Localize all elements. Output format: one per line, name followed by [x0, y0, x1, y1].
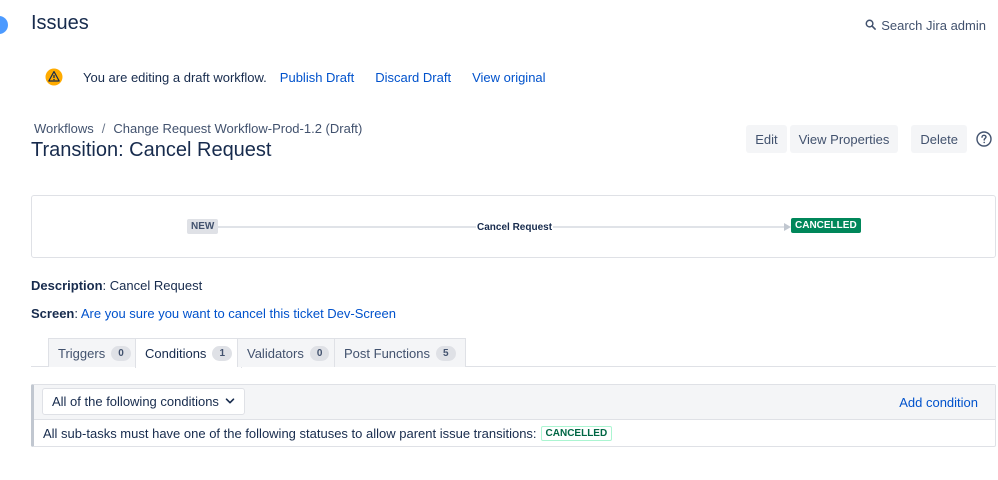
- avatar-dot: [0, 16, 8, 34]
- tab-label: Post Functions: [344, 345, 430, 361]
- condition-row: All sub-tasks must have one of the follo…: [34, 420, 995, 446]
- screen-label: Screen: [31, 306, 75, 321]
- tab-conditions[interactable]: Conditions 1: [135, 338, 242, 368]
- condition-status-lozenge: CANCELLED: [540, 425, 613, 441]
- description-row: Description: Cancel Request: [31, 278, 203, 293]
- condition-text: All sub-tasks must have one of the follo…: [43, 425, 537, 441]
- add-condition-link[interactable]: Add condition: [899, 395, 978, 410]
- tab-validators[interactable]: Validators 0: [237, 338, 340, 367]
- breadcrumb-workflows[interactable]: Workflows: [34, 121, 94, 136]
- view-properties-button[interactable]: View Properties: [789, 125, 899, 153]
- screen-row: Screen: Are you sure you want to cancel …: [31, 306, 396, 321]
- breadcrumb-workflow-draft[interactable]: Change Request Workflow-Prod-1.2 (Draft): [113, 121, 362, 136]
- conditions-panel: All of the following conditions Add cond…: [31, 384, 996, 447]
- warning-icon: [45, 68, 63, 86]
- description-label: Description: [31, 278, 103, 293]
- search-jira-admin[interactable]: Search Jira admin: [865, 18, 986, 33]
- status-to: CANCELLED: [791, 218, 861, 233]
- transition-actions: Edit View Properties Delete: [746, 125, 992, 153]
- tab-label: Validators: [247, 345, 304, 361]
- edit-button[interactable]: Edit: [746, 125, 787, 153]
- draft-banner: You are editing a draft workflow. Publis…: [45, 68, 567, 86]
- status-from: NEW: [187, 219, 219, 234]
- transition-label: Cancel Request: [476, 222, 554, 233]
- description-value: Cancel Request: [109, 278, 203, 293]
- tab-triggers[interactable]: Triggers 0: [48, 338, 141, 367]
- tab-count: 0: [111, 345, 131, 361]
- discard-draft-link[interactable]: Discard Draft: [375, 70, 451, 85]
- condition-group-value: All of the following conditions: [52, 394, 219, 409]
- search-icon: [865, 18, 877, 33]
- view-original-link[interactable]: View original: [472, 70, 545, 85]
- transition-tabs: Triggers 0 Conditions 1 Validators 0 Pos…: [31, 338, 996, 368]
- publish-draft-link[interactable]: Publish Draft: [280, 70, 354, 85]
- tab-count: 1: [212, 346, 232, 361]
- help-icon[interactable]: [976, 131, 992, 147]
- conditions-header: All of the following conditions Add cond…: [34, 385, 995, 420]
- tab-count: 0: [309, 345, 330, 361]
- tab-label: Conditions: [145, 346, 207, 361]
- tab-label: Triggers: [58, 345, 106, 361]
- draft-message: You are editing a draft workflow.: [83, 69, 267, 85]
- tab-post-functions[interactable]: Post Functions 5: [334, 338, 466, 367]
- tab-count: 5: [436, 345, 456, 361]
- search-label: Search Jira admin: [881, 18, 986, 33]
- delete-button[interactable]: Delete: [911, 125, 967, 153]
- chevron-down-icon: [225, 394, 235, 409]
- breadcrumb-separator: /: [101, 121, 106, 136]
- page-title: Transition: Cancel Request: [31, 139, 272, 161]
- page-heading: Issues: [31, 12, 89, 34]
- breadcrumb: Workflows / Change Request Workflow-Prod…: [34, 121, 362, 136]
- screen-link[interactable]: Are you sure you want to cancel this tic…: [81, 306, 396, 321]
- condition-group-select[interactable]: All of the following conditions: [42, 388, 245, 415]
- transition-diagram: NEW Cancel Request CANCELLED: [31, 195, 996, 258]
